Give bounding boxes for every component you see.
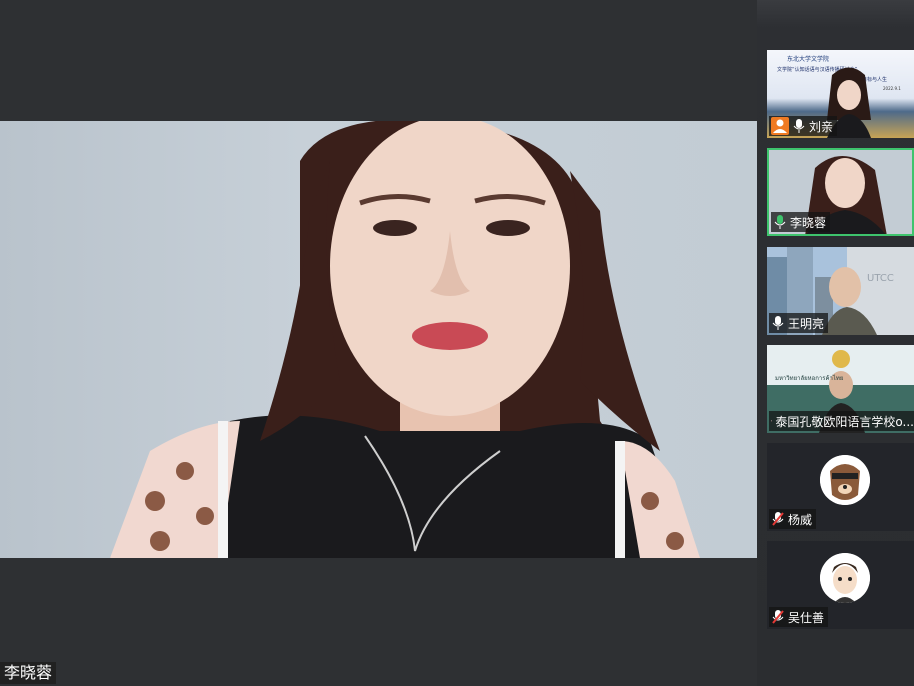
mic-speaking-icon <box>774 215 786 229</box>
mic-icon <box>772 316 784 330</box>
participant-label: 泰国孔敬欧阳语言学校o... <box>769 411 914 431</box>
dog-avatar-icon <box>820 455 870 505</box>
participant-tile[interactable]: 东北大学文学院 文学院“认知话语与汉语传播研讨会” 暨你的目标与人生 2022.… <box>767 50 914 138</box>
utcc-sign: UTCC <box>867 273 894 284</box>
participant-name: 刘亲 <box>809 119 834 134</box>
boy-avatar-icon <box>820 553 870 603</box>
participant-label: 李晓蓉 <box>771 212 831 232</box>
participant-name: 王明亮 <box>788 316 825 331</box>
mic-muted-icon <box>772 610 784 624</box>
participant-label: 吴仕善 <box>769 607 829 627</box>
avatar <box>820 553 870 603</box>
participant-tile[interactable]: มหาวิทยาลัยหอการค้าไทย 泰国孔敬欧阳语言学校o... <box>767 345 914 433</box>
participant-tile-active[interactable]: 李晓蓉 <box>767 148 914 236</box>
mic-muted-icon <box>771 420 773 422</box>
participant-tile[interactable]: 杨威 <box>767 443 914 531</box>
mic-muted-icon <box>772 512 784 526</box>
participant-name: 杨威 <box>788 512 813 527</box>
avatar <box>820 455 870 505</box>
active-speaker-name: 李晓蓉 <box>0 662 57 684</box>
host-icon <box>771 117 789 135</box>
participant-name: 泰国孔敬欧阳语言学校o... <box>775 414 914 429</box>
speaker-figure <box>110 121 700 558</box>
main-video-stage: 李晓蓉 <box>0 0 757 686</box>
participant-name: 李晓蓉 <box>790 215 827 230</box>
thai-banner: มหาวิทยาลัยหอการค้าไทย <box>775 375 844 382</box>
participant-tile[interactable]: UTCC 王明亮 <box>767 247 914 335</box>
participant-name: 吴仕善 <box>788 610 825 625</box>
participant-label: 杨威 <box>769 509 817 529</box>
participant-tile[interactable]: 吴仕善 <box>767 541 914 629</box>
active-speaker-video <box>0 121 757 558</box>
participant-label: 刘亲 <box>769 116 838 136</box>
mic-icon <box>793 119 805 133</box>
participant-label: 王明亮 <box>769 313 829 333</box>
